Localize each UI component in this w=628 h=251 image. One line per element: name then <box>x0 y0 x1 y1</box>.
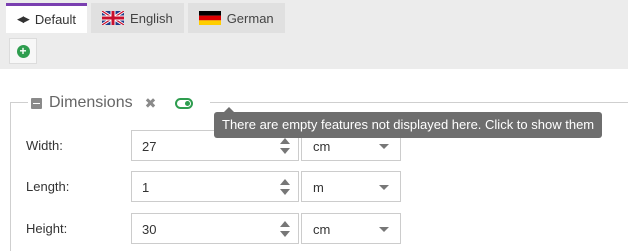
length-input[interactable]: 1 <box>131 171 299 202</box>
field-row-length: Length: 1 m <box>0 171 628 202</box>
number-spinner[interactable] <box>280 177 290 197</box>
number-spinner[interactable] <box>280 136 290 156</box>
language-arrows-icon: ◀▶ <box>17 14 30 24</box>
tab-german-label: German <box>226 10 274 26</box>
number-spinner[interactable] <box>280 219 290 239</box>
tab-default[interactable]: ◀▶ Default <box>6 3 88 33</box>
field-label: Height: <box>26 221 68 236</box>
add-feature-button[interactable]: + <box>9 38 37 64</box>
tab-german[interactable]: German <box>187 3 285 33</box>
fieldset-legend: Dimensions ✖ <box>31 93 194 113</box>
field-row-height: Height: 30 cm <box>0 213 628 244</box>
language-tabs: ◀▶ Default English German <box>6 3 289 33</box>
plus-circle-icon: + <box>16 44 30 58</box>
fieldset-border <box>210 102 628 103</box>
length-unit-select[interactable]: m <box>301 171 401 202</box>
tab-default-label: Default <box>34 12 77 27</box>
field-label: Width: <box>26 138 63 153</box>
empty-features-tooltip[interactable]: There are empty features not displayed h… <box>214 107 603 138</box>
chevron-down-icon <box>379 185 389 190</box>
field-value: 30 <box>142 222 157 237</box>
unit-value: m <box>313 180 324 195</box>
height-unit-select[interactable]: cm <box>301 213 401 244</box>
unit-value: cm <box>313 222 331 237</box>
chevron-down-icon <box>379 227 389 232</box>
uk-flag-icon <box>102 11 125 25</box>
fieldset-border <box>10 102 28 103</box>
collapse-icon[interactable] <box>31 97 42 109</box>
field-label: Length: <box>26 179 70 194</box>
height-input[interactable]: 30 <box>131 213 299 244</box>
unit-value: cm <box>313 139 331 154</box>
fieldset-title: Dimensions <box>49 94 133 111</box>
field-value: 27 <box>142 139 157 154</box>
tab-english-label: English <box>130 10 173 26</box>
chevron-down-icon <box>379 144 389 149</box>
close-icon[interactable]: ✖ <box>145 95 157 112</box>
field-value: 1 <box>142 180 150 195</box>
toggle-on-icon[interactable] <box>175 97 194 109</box>
germany-flag-icon <box>198 11 221 25</box>
tab-english[interactable]: English <box>91 3 184 33</box>
language-toolbar: ◀▶ Default English German + <box>0 0 628 69</box>
